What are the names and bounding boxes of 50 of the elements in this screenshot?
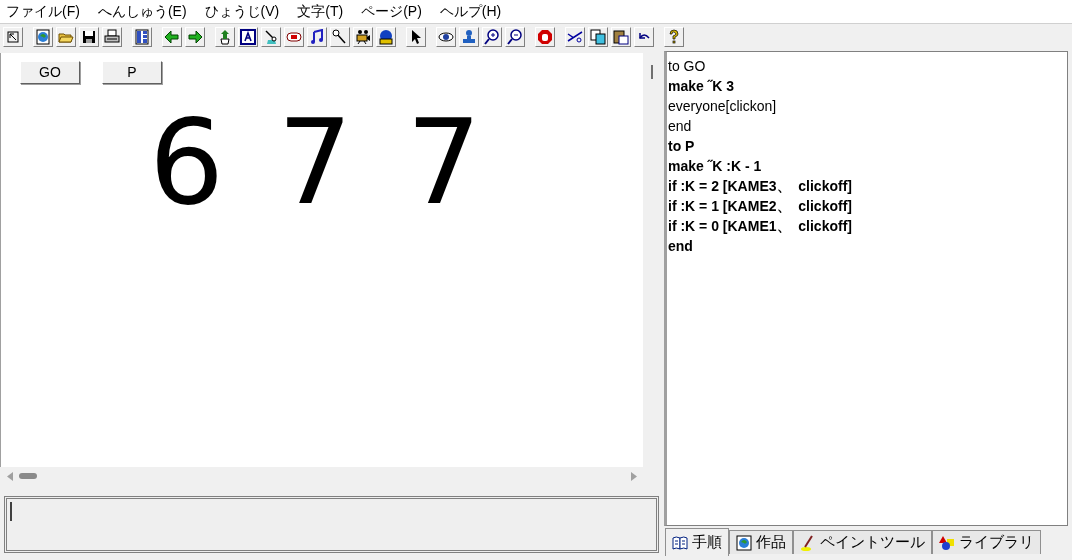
undo-icon[interactable]: [634, 26, 654, 47]
menu-item[interactable]: ひょうじ(V): [204, 1, 280, 22]
save-icon[interactable]: [79, 26, 99, 47]
eye-icon[interactable]: [436, 26, 456, 47]
menu-item[interactable]: へんしゅう(E): [97, 1, 187, 22]
zoom-out-icon[interactable]: [505, 26, 525, 47]
stage-button[interactable]: GO: [20, 61, 80, 84]
capsule-icon[interactable]: [284, 26, 304, 47]
copy-icon[interactable]: [588, 26, 608, 47]
menu-item[interactable]: 文字(T): [297, 1, 344, 22]
zoom-in-icon[interactable]: [482, 26, 502, 47]
tab[interactable]: 手順: [665, 528, 729, 556]
tab[interactable]: ペイントツール: [793, 530, 932, 554]
code-line: everyone[clickon]: [668, 97, 778, 116]
code-line: end: [668, 117, 693, 136]
code-line: to GO: [668, 57, 707, 76]
menu-item[interactable]: ページ(P): [361, 1, 422, 22]
pointer-box-icon[interactable]: [3, 26, 23, 47]
brush-icon: [800, 534, 816, 551]
code-line: make ˝K 3: [668, 77, 736, 96]
text-box-icon[interactable]: [238, 26, 258, 47]
code-line: end: [668, 237, 694, 256]
print-icon[interactable]: [102, 26, 122, 47]
code-line: if :K = 1 [KAME2、 clickoff]: [668, 197, 853, 216]
question-mark-icon[interactable]: [664, 26, 684, 47]
procedure-editor[interactable]: to GO make ˝K 3 everyone[clickon] end to P make ˝K :K - 1 if :K = 2 [KAME3、 clickoff] if :K = 1 [KAME2、 clickoff] if :K = 0 [KAME1、 clickoff] end: [664, 51, 1068, 526]
text-cursor: [10, 502, 12, 521]
columns-icon[interactable]: [132, 26, 152, 47]
scroll-indicator: [651, 65, 653, 79]
tab[interactable]: ライブラリ: [932, 530, 1041, 554]
movie-camera-icon[interactable]: [353, 26, 373, 47]
code-line: make ˝K :K - 1: [668, 157, 763, 176]
scroll-thumb[interactable]: [19, 473, 37, 479]
open-folder-icon[interactable]: [56, 26, 76, 47]
stamp-icon[interactable]: [459, 26, 479, 47]
globe-page-icon[interactable]: [33, 26, 53, 47]
code-line: to P: [668, 137, 696, 156]
paste-icon[interactable]: [611, 26, 631, 47]
book-icon: [672, 534, 688, 551]
stage-button[interactable]: P: [102, 61, 162, 84]
code-line: if :K = 2 [KAME3、 clickoff]: [668, 177, 853, 196]
menu-item[interactable]: ヘルプ(H): [439, 1, 502, 22]
code-line: if :K = 0 [KAME1、 clickoff]: [668, 217, 853, 236]
shapes-icon: [939, 534, 955, 551]
music-note-icon[interactable]: [307, 26, 327, 47]
command-input[interactable]: [4, 496, 659, 553]
globe-icon: [736, 534, 752, 551]
menu-item[interactable]: ファイル(F): [6, 1, 80, 22]
handwritten-number: 6 7 7: [149, 103, 490, 221]
tab[interactable]: 作品: [729, 530, 793, 554]
